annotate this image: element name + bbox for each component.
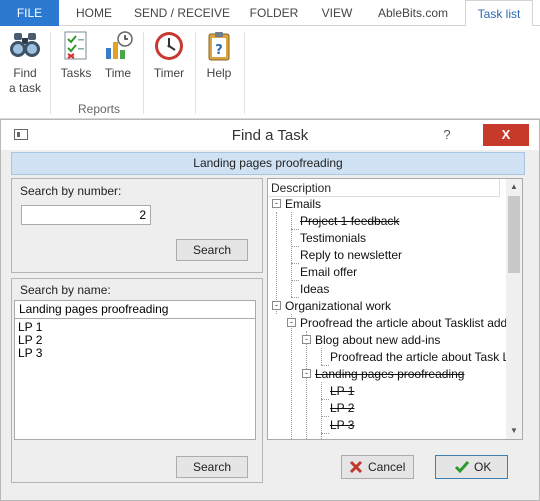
ok-button[interactable]: OK — [435, 455, 508, 479]
tasks-report-button[interactable]: Tasks — [57, 30, 95, 81]
task-tree[interactable]: Description - - - - - Emails Project 1 f… — [267, 178, 523, 440]
tree-connector — [291, 229, 299, 230]
search-by-name-button[interactable]: Search — [176, 456, 248, 478]
dialog-titlebar[interactable]: Find a Task ? X — [1, 120, 539, 150]
tree-node-lp-2[interactable]: LP 2 — [330, 400, 354, 417]
collapse-emails-toggle[interactable]: - — [272, 199, 281, 208]
tree-node-project-1-feedback[interactable]: Project 1 feedback — [300, 213, 399, 230]
selected-task-banner: Landing pages proofreading — [11, 152, 525, 175]
tree-connector — [321, 382, 322, 439]
collapse-organizational-work-toggle[interactable]: - — [272, 301, 281, 310]
tree-node-lp-1[interactable]: LP 1 — [330, 383, 354, 400]
tree-node-ideas[interactable]: Ideas — [300, 281, 329, 298]
name-results-list[interactable]: LP 1 LP 2 LP 3 — [14, 318, 256, 440]
help-titlebar-button[interactable]: ? — [437, 125, 457, 145]
task-tree-content: Description - - - - - Emails Project 1 f… — [268, 179, 506, 439]
reports-group-label: Reports — [78, 102, 121, 116]
cancel-button[interactable]: Cancel — [341, 455, 414, 479]
search-by-name-panel: Search by name: LP 1 LP 2 LP 3 Search — [11, 278, 263, 483]
tree-connector — [321, 348, 322, 365]
ok-button-label: OK — [474, 460, 492, 474]
ok-checkmark-icon — [455, 460, 469, 474]
tree-node-landing-pages-proofreading[interactable]: Landing pages proofreading — [315, 366, 464, 383]
tree-node-organizational-work[interactable]: Organizational work — [285, 298, 391, 315]
search-by-number-label: Search by number: — [20, 184, 122, 198]
tab-file[interactable]: FILE — [0, 0, 59, 26]
ribbon: Find a task Tasks Time Timer ? Help Repo… — [0, 26, 540, 119]
find-task-dialog: Find a Task ? X Landing pages proofreadi… — [0, 119, 540, 501]
binoculars-icon — [10, 33, 40, 57]
collapse-proofread-article-toggle[interactable]: - — [287, 318, 296, 327]
tree-connector — [321, 433, 329, 434]
dialog-title: Find a Task — [231, 127, 309, 144]
tab-home[interactable]: HOME — [66, 0, 122, 26]
tab-folder[interactable]: FOLDER — [243, 0, 305, 26]
tree-connector — [306, 331, 307, 439]
bar-chart-clock-icon — [106, 31, 133, 59]
find-task-button[interactable]: Find a task — [4, 30, 46, 96]
timer-button[interactable]: Timer — [150, 30, 188, 81]
ribbon-separator — [143, 32, 144, 114]
tree-connector — [291, 246, 299, 247]
tree-connector — [291, 212, 292, 297]
task-name-input[interactable] — [14, 300, 256, 319]
tree-connector — [276, 212, 277, 314]
svg-text:?: ? — [215, 43, 223, 58]
tree-node-testimonials[interactable]: Testimonials — [300, 230, 366, 247]
time-report-label: Time — [104, 66, 132, 80]
ribbon-separator — [244, 32, 245, 114]
tasks-checklist-icon — [64, 31, 87, 60]
scroll-up-arrow-icon[interactable]: ▲ — [506, 179, 522, 195]
scroll-down-arrow-icon[interactable]: ▼ — [506, 423, 522, 439]
tree-connector — [291, 314, 292, 439]
collapse-landing-pages-toggle[interactable]: - — [302, 369, 311, 378]
help-label: Help — [206, 66, 232, 80]
tree-node-emails[interactable]: Emails — [285, 196, 321, 213]
tree-connector — [291, 263, 299, 264]
search-by-number-panel: Search by number: Search — [11, 178, 263, 273]
collapse-blog-toggle[interactable]: - — [302, 335, 311, 344]
tree-node-proofread-task-list-article[interactable]: Proofread the article about Task List — [330, 349, 506, 366]
tab-send-receive[interactable]: SEND / RECEIVE — [132, 0, 232, 26]
cancel-button-label: Cancel — [368, 460, 406, 474]
scrollbar-thumb[interactable] — [508, 196, 520, 273]
tree-node-reply-to-newsletter[interactable]: Reply to newsletter — [300, 247, 402, 264]
help-clipboard-icon: ? — [208, 32, 230, 61]
tree-node-blog-about-new-add-ins[interactable]: Blog about new add-ins — [315, 332, 440, 349]
tree-connector — [321, 399, 329, 400]
tree-connector — [291, 280, 299, 281]
help-button[interactable]: ? Help — [202, 30, 236, 81]
search-by-name-label: Search by name: — [20, 283, 111, 297]
ribbon-separator — [195, 32, 196, 114]
tab-view[interactable]: VIEW — [314, 0, 360, 26]
tasks-report-label: Tasks — [60, 66, 92, 80]
close-button[interactable]: X — [483, 124, 529, 146]
ribbon-tab-bar: FILE HOME SEND / RECEIVE FOLDER VIEW Abl… — [0, 0, 540, 27]
tree-node-lp-3[interactable]: LP 3 — [330, 417, 354, 434]
list-item[interactable]: LP 1 — [15, 321, 255, 334]
tree-vertical-scrollbar[interactable]: ▲ ▼ — [506, 179, 522, 439]
description-column-header[interactable]: Description — [268, 179, 500, 197]
tree-node-proofread-tasklist-article[interactable]: Proofread the article about Tasklist add… — [300, 315, 506, 332]
task-number-input[interactable] — [21, 205, 151, 225]
clock-icon — [155, 32, 183, 60]
cancel-x-icon — [349, 460, 363, 473]
list-item[interactable]: LP 2 — [15, 334, 255, 347]
tree-connector — [321, 416, 329, 417]
find-task-label-line2: a task — [8, 81, 41, 95]
timer-label: Timer — [153, 66, 185, 80]
ribbon-separator — [50, 32, 51, 114]
tree-node-email-offer[interactable]: Email offer — [300, 264, 357, 281]
list-item[interactable]: LP 3 — [15, 347, 255, 360]
find-task-label-line1: Find — [13, 66, 37, 80]
tab-ablebits[interactable]: AbleBits.com — [370, 0, 456, 26]
search-by-number-button[interactable]: Search — [176, 239, 248, 261]
time-report-button[interactable]: Time — [100, 30, 136, 81]
tab-task-list[interactable]: Task list — [465, 0, 533, 27]
